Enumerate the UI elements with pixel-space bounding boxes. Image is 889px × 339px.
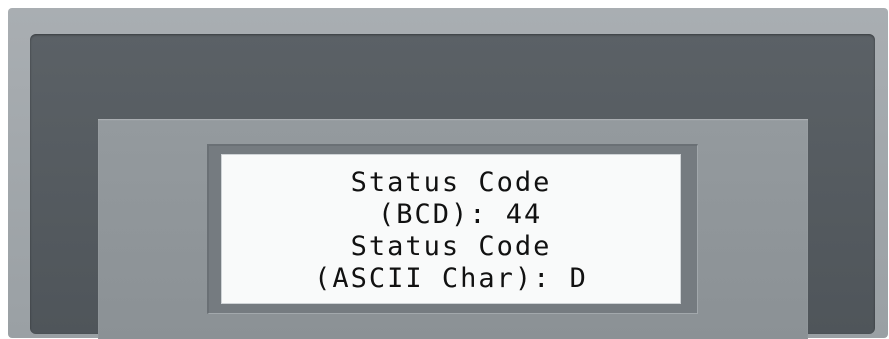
lcd-line-status-code-label: Status Code — [350, 167, 552, 198]
lcd-display: Status Code (BCD): 44 Status Code (ASCII… — [221, 154, 681, 304]
lcd-line-ascii-value: (ASCII Char): D — [314, 263, 588, 294]
lcd-line-status-code-label-2: Status Code — [350, 231, 552, 262]
lcd-line-bcd-value: (BCD): 44 — [359, 199, 543, 230]
